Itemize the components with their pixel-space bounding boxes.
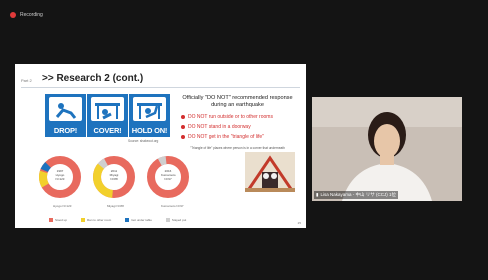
participant-name-tag: ▮ Lisa Nakayama - 中山 リサ (CCJ) 1位 xyxy=(314,191,398,199)
recording-label: Recording xyxy=(20,12,43,18)
cover-label: COVER! xyxy=(93,126,122,135)
slide-title: >> Research 2 (cont.) xyxy=(42,73,144,84)
legend-item: Stood up xyxy=(49,218,67,222)
image-source: Source: shakeout.org xyxy=(128,139,159,143)
donut-center-label: 2016 Kumamoto N=97 xyxy=(161,169,176,181)
donut-center-label: 2011 Miyagi N=88 xyxy=(109,169,119,181)
legend-item: Ran to other room xyxy=(81,218,111,222)
legend-item: Stayed put xyxy=(165,218,186,222)
triangle-of-life-note: "Triangle of life" places where person i… xyxy=(190,146,285,150)
hold-on-label: HOLD ON! xyxy=(131,126,168,135)
participant-video[interactable]: ▮ Lisa Nakayama - 中山 リサ (CCJ) 1位 xyxy=(312,97,462,201)
drop-panel: DROP! xyxy=(45,94,86,137)
slide-heading: Officially "DO NOT" recommended response… xyxy=(182,95,293,108)
bullet-item: DO NOT stand in a doorway xyxy=(181,124,251,130)
cover-figure-icon xyxy=(91,97,124,121)
donut-legend: Stood up Ran to other room Got under tab… xyxy=(49,218,186,222)
bullet-dot-icon xyxy=(181,115,185,119)
slide-page-number: 25 xyxy=(297,221,301,225)
drop-label: DROP! xyxy=(53,126,78,135)
bullet-item: DO NOT get in the "triangle of life" xyxy=(181,134,264,140)
mic-icon: ▮ xyxy=(316,192,319,197)
title-divider xyxy=(21,87,300,88)
slide-part-label: Part 2 xyxy=(21,78,32,83)
cover-panel: COVER! xyxy=(87,94,128,137)
hold-on-figure-icon xyxy=(133,97,166,121)
hold-on-panel: HOLD ON! xyxy=(129,94,170,137)
bullet-dot-icon xyxy=(181,125,185,129)
recording-indicator: Recording xyxy=(10,12,43,18)
donut-center-label: 1997 Hyogo N=123 xyxy=(55,169,65,181)
donut-caption: Hyogo N=123 xyxy=(53,204,72,208)
participant-video-image xyxy=(312,97,462,201)
drop-figure-icon xyxy=(49,97,82,121)
participant-name: Lisa Nakayama - 中山 リサ (CCJ) 1位 xyxy=(320,192,396,197)
triangle-of-life-photo xyxy=(245,152,295,192)
bullet-item: DO NOT run outside or to other rooms xyxy=(181,114,273,120)
record-icon xyxy=(10,12,16,18)
donut-caption: Miyagi N=88 xyxy=(107,204,124,208)
bullet-dot-icon xyxy=(181,135,185,139)
legend-item: Got under table xyxy=(125,218,152,222)
shared-slide: Part 2 >> Research 2 (cont.) DROP! COVER… xyxy=(15,64,306,228)
donut-caption: Kumamoto N=97 xyxy=(161,204,184,208)
